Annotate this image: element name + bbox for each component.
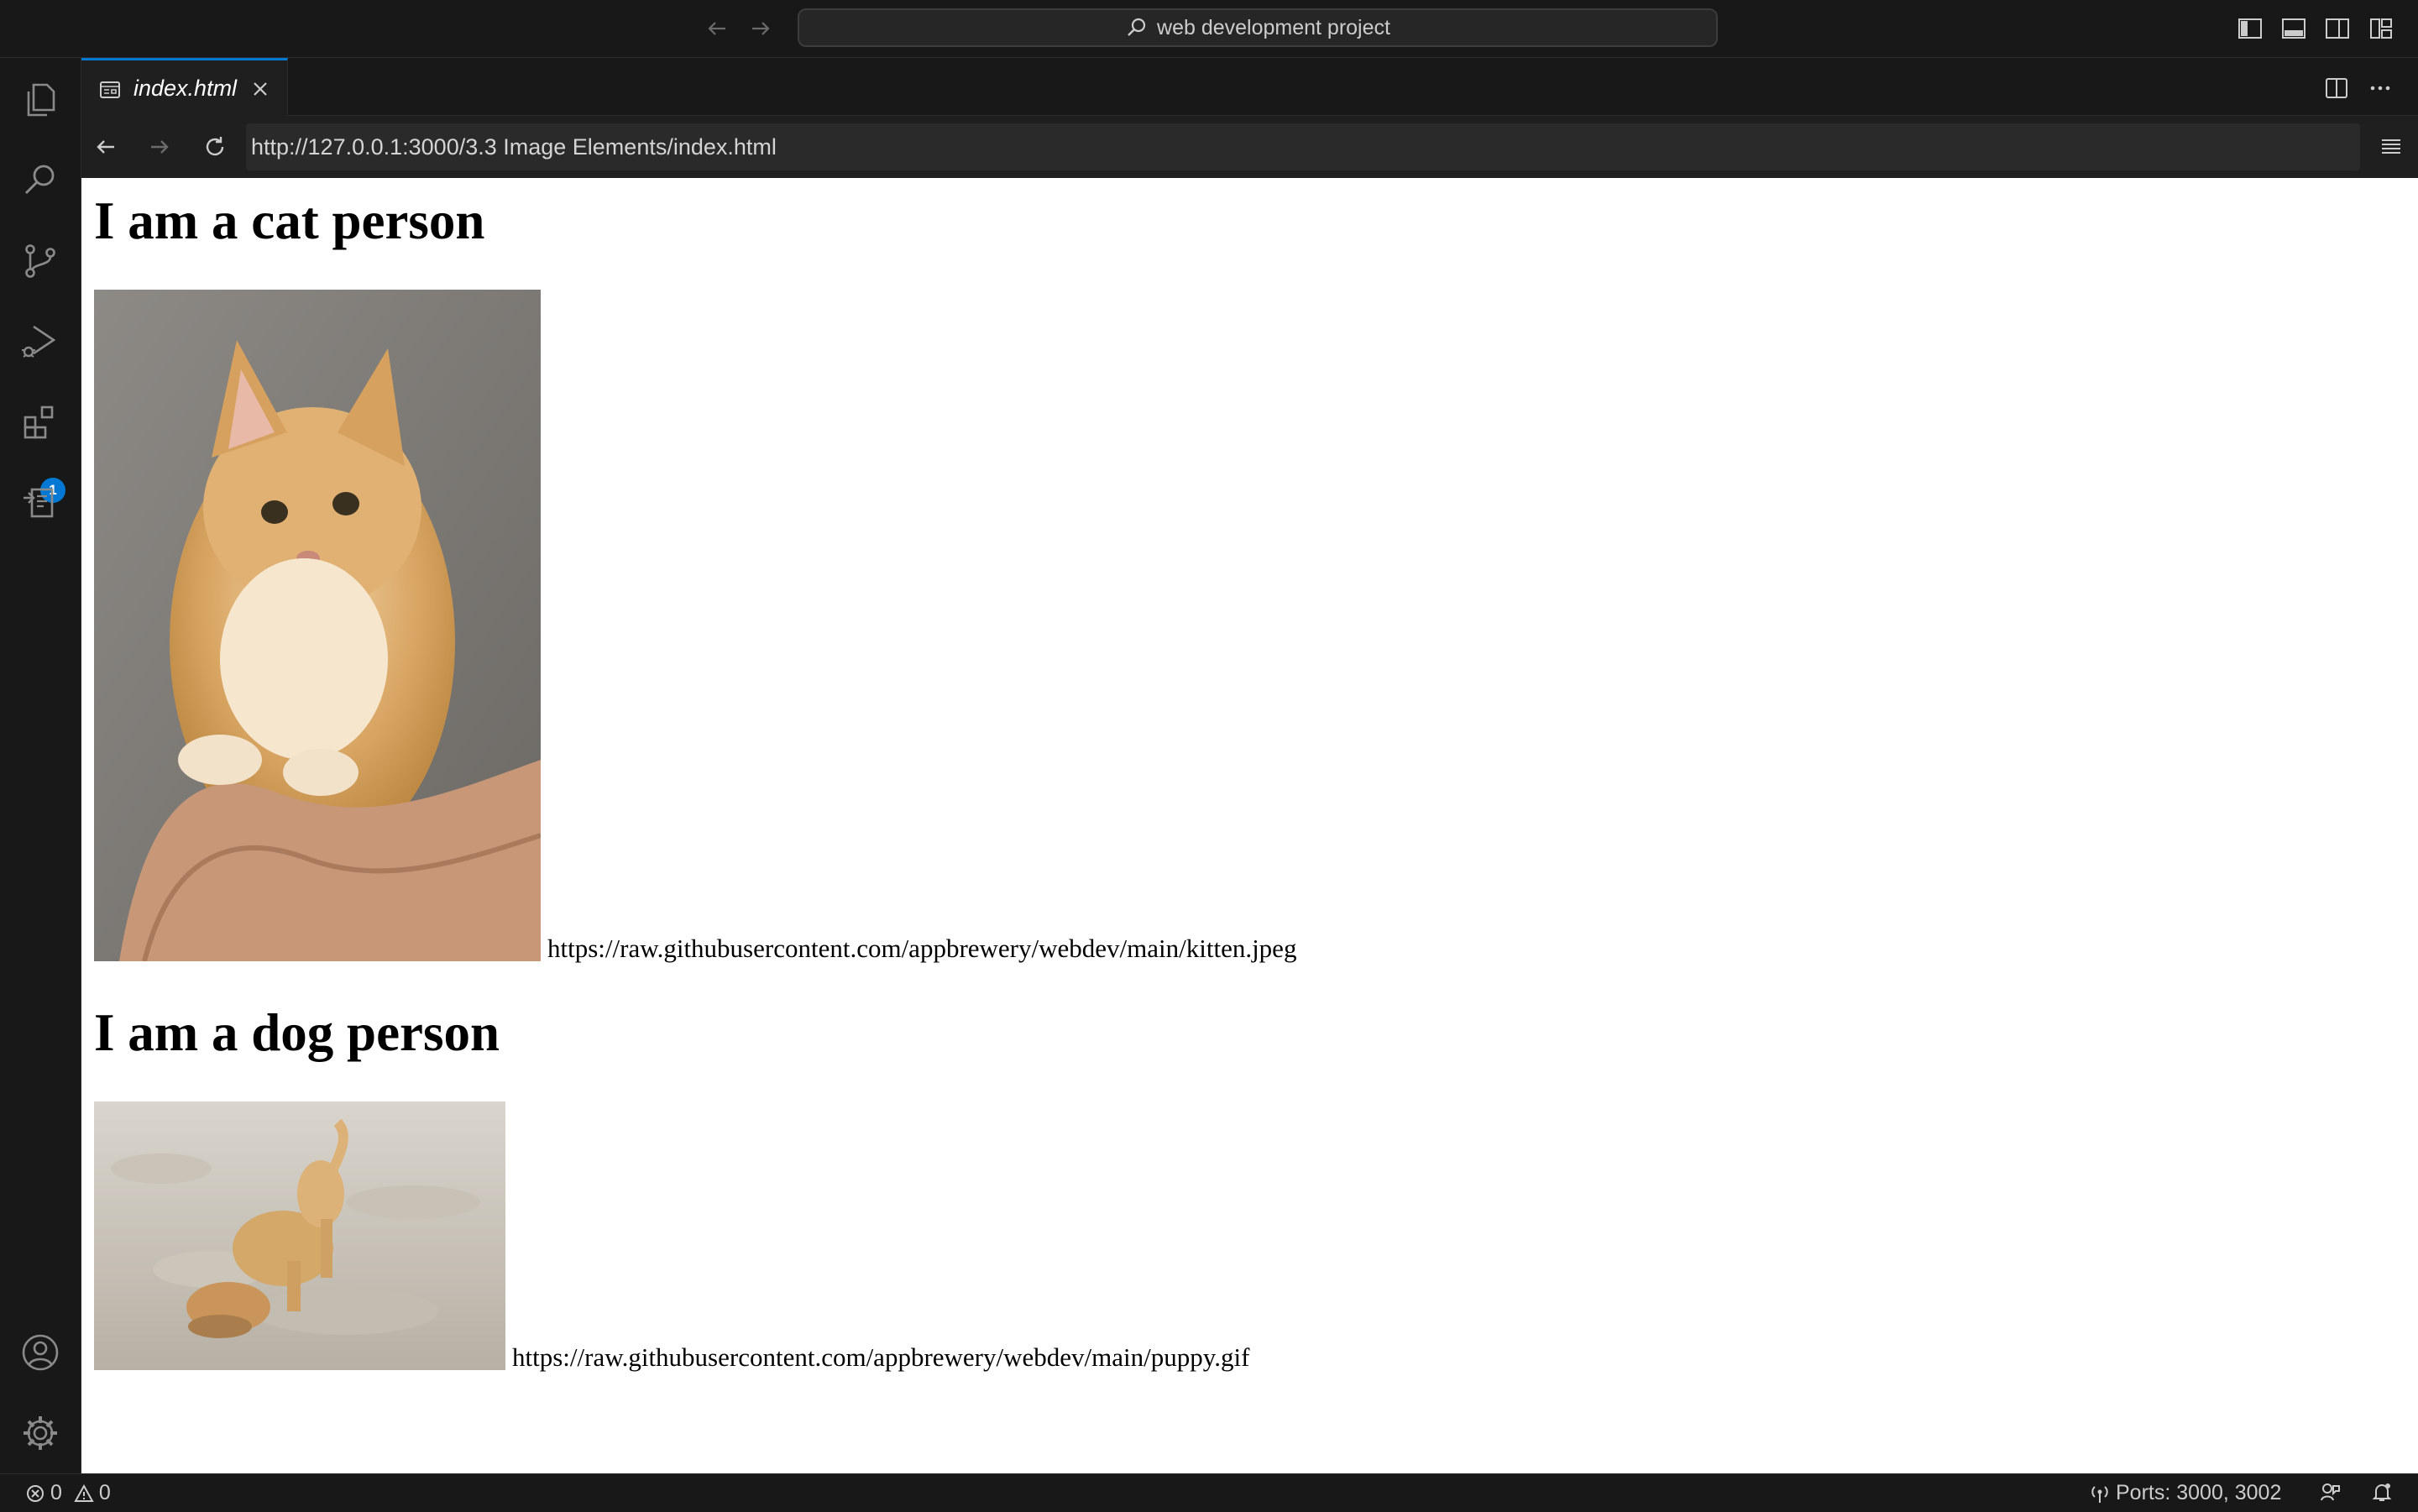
warning-icon xyxy=(74,1483,94,1504)
forward-icon[interactable] xyxy=(145,133,174,161)
settings-gear-icon[interactable] xyxy=(18,1411,62,1455)
puppy-url-text: https://raw.githubusercontent.com/appbre… xyxy=(512,1342,1250,1372)
feedback-icon[interactable] xyxy=(2319,1481,2341,1503)
customize-layout-icon[interactable] xyxy=(2368,15,2394,42)
explorer-icon[interactable] xyxy=(18,78,62,122)
forward-arrow-icon[interactable] xyxy=(747,15,774,42)
reload-icon[interactable] xyxy=(201,133,229,161)
activity-bar: 1 xyxy=(0,58,81,1473)
error-count: 0 xyxy=(50,1481,62,1504)
split-editor-icon[interactable] xyxy=(2323,75,2350,102)
kitten-url-text: https://raw.githubusercontent.com/appbre… xyxy=(547,934,1297,963)
preview-icon xyxy=(98,78,122,102)
editor-tab-bar: index.html xyxy=(81,58,2418,116)
back-icon[interactable] xyxy=(92,133,120,161)
error-icon xyxy=(25,1483,45,1504)
toggle-secondary-sidebar-icon[interactable] xyxy=(2324,15,2351,42)
source-control-icon[interactable] xyxy=(18,239,62,283)
run-and-debug-icon[interactable] xyxy=(18,320,62,364)
simple-browser-toolbar: http://127.0.0.1:3000/3.3 Image Elements… xyxy=(81,116,2418,178)
accounts-icon[interactable] xyxy=(18,1331,62,1374)
puppy-image xyxy=(94,1101,505,1370)
search-icon[interactable] xyxy=(18,159,62,202)
command-center-search[interactable]: web development project xyxy=(798,8,1718,47)
command-center-label: web development project xyxy=(1157,15,1390,39)
search-icon xyxy=(1125,16,1149,39)
back-arrow-icon[interactable] xyxy=(704,15,730,42)
warning-count: 0 xyxy=(98,1481,111,1504)
title-bar: web development project xyxy=(0,0,2418,58)
antenna-icon xyxy=(2089,1483,2111,1504)
tab-index-html[interactable]: index.html xyxy=(81,58,288,116)
dog-heading: I am a dog person xyxy=(94,1003,500,1062)
tab-label: index.html xyxy=(133,76,238,101)
remote-explorer-icon[interactable] xyxy=(18,481,62,525)
toggle-primary-sidebar-icon[interactable] xyxy=(2237,15,2264,42)
problems-indicator[interactable]: 0 0 xyxy=(25,1481,111,1505)
toggle-panel-icon[interactable] xyxy=(2280,15,2307,42)
menu-icon[interactable] xyxy=(2377,133,2405,161)
ports-indicator[interactable]: Ports: 3000, 3002 xyxy=(2089,1481,2281,1505)
close-icon[interactable] xyxy=(249,78,271,100)
status-bar: 0 0 Ports: 3000, 3002 xyxy=(0,1473,2418,1512)
ports-label: Ports: 3000, 3002 xyxy=(2116,1481,2282,1504)
notifications-bell-icon[interactable] xyxy=(2371,1481,2393,1503)
browser-page-content: I am a cat person https://raw.githubuser… xyxy=(81,178,2418,1473)
kitten-image xyxy=(94,290,541,961)
url-input[interactable]: http://127.0.0.1:3000/3.3 Image Elements… xyxy=(246,123,2360,170)
more-actions-icon[interactable] xyxy=(2367,75,2394,102)
cat-heading: I am a cat person xyxy=(94,191,485,250)
extensions-icon[interactable] xyxy=(18,400,62,444)
